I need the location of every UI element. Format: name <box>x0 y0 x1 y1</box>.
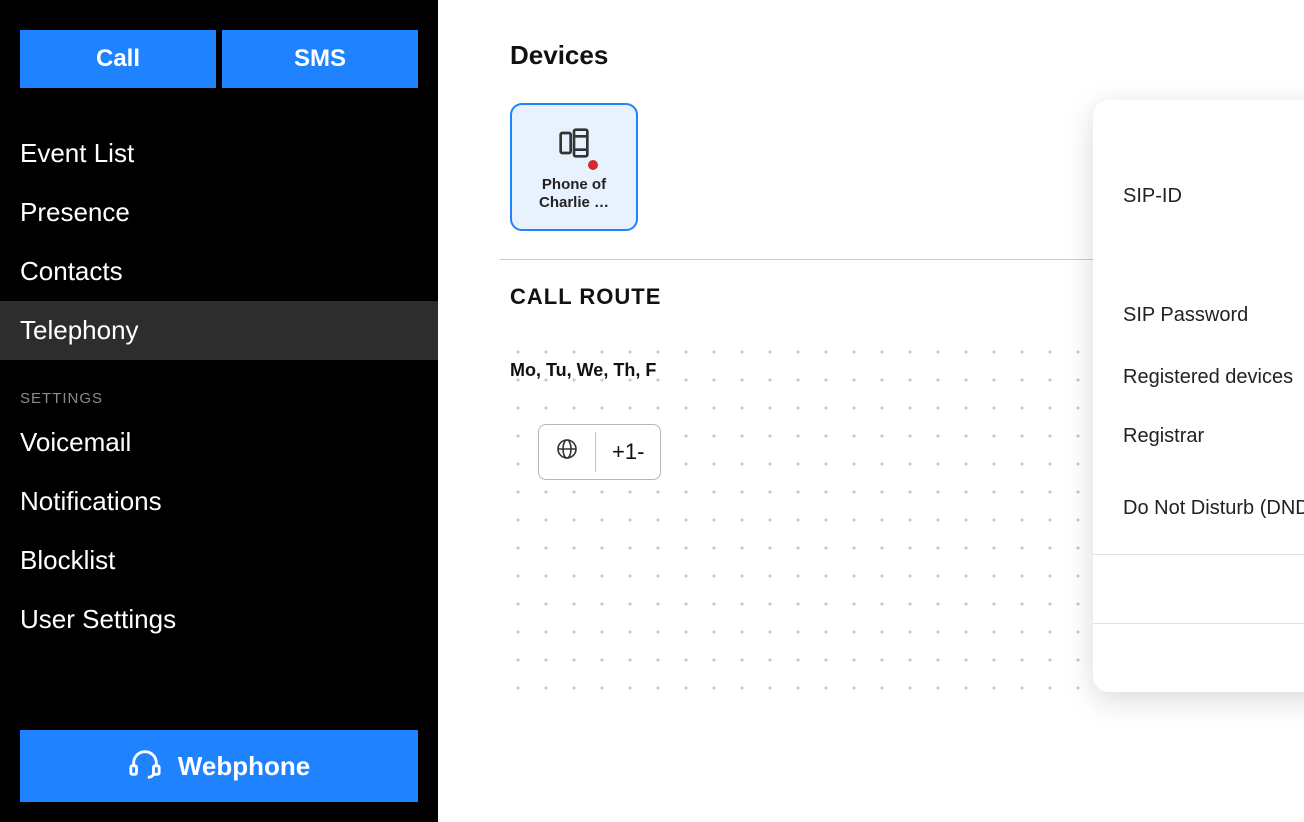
sidebar-item-telephony[interactable]: Telephony <box>0 301 438 360</box>
sidebar-item-blocklist[interactable]: Blocklist <box>0 531 438 590</box>
registrar-label: Registrar <box>1123 425 1204 448</box>
settings-section-label: SETTINGS <box>0 360 438 413</box>
sidebar-item-contacts[interactable]: Contacts <box>0 242 438 301</box>
device-card-phone-of-charlie[interactable]: Phone of Charlie … <box>510 103 638 231</box>
registrar-row: Registrar sipgate.co.uk <box>1123 407 1304 466</box>
device-card-label: Phone of Charlie … <box>522 176 626 212</box>
registered-devices-label: Registered devices <box>1123 366 1293 389</box>
device-details-popover: SIP-ID Your SIP ID Configuration guide <box>1093 100 1304 692</box>
sidebar-item-user-settings[interactable]: User Settings <box>0 590 438 649</box>
dnd-row: Do Not Disturb (DND) <box>1123 466 1304 538</box>
registered-devices-row: Registered devices No registered device <box>1123 348 1304 407</box>
sms-button[interactable]: SMS <box>222 30 418 88</box>
dnd-label: Do Not Disturb (DND) <box>1123 497 1304 520</box>
main-content: Devices Phone of Charlie … CALL ROUTE Mo… <box>438 0 1304 822</box>
days-row: Mo, Tu, We, Th, F <box>510 360 656 381</box>
sidebar-item-voicemail[interactable]: Voicemail <box>0 413 438 472</box>
device-status-dot-icon <box>586 158 600 172</box>
devices-title: Devices <box>510 40 1304 71</box>
popover-top-actions <box>1093 100 1304 153</box>
sidebar-item-presence[interactable]: Presence <box>0 183 438 242</box>
popover-footer: Device settings Additional settings <box>1093 554 1304 692</box>
webphone-button[interactable]: Webphone <box>20 730 418 802</box>
sip-id-label: SIP-ID <box>1123 185 1182 208</box>
phone-number-text: +1- <box>612 439 644 465</box>
phone-number-chip[interactable]: +1- <box>538 424 661 480</box>
globe-icon <box>555 437 579 467</box>
sidebar-item-event-list[interactable]: Event List <box>0 124 438 183</box>
sip-id-row: SIP-ID Your SIP ID <box>1123 163 1304 229</box>
call-button[interactable]: Call <box>20 30 216 88</box>
sip-password-label: SIP Password <box>1123 304 1248 327</box>
sidebar: Call SMS Event List Presence Contacts Te… <box>0 0 438 822</box>
device-phone-icon <box>554 123 594 168</box>
top-buttons: Call SMS <box>0 30 438 124</box>
device-settings-button[interactable]: Device settings <box>1093 555 1304 623</box>
sidebar-item-notifications[interactable]: Notifications <box>0 472 438 531</box>
headset-icon <box>128 746 162 787</box>
sip-password-row: SIP Password Your SIP Password <box>1123 271 1304 348</box>
webphone-label: Webphone <box>178 751 310 782</box>
additional-settings-button[interactable]: Additional settings <box>1093 623 1304 692</box>
